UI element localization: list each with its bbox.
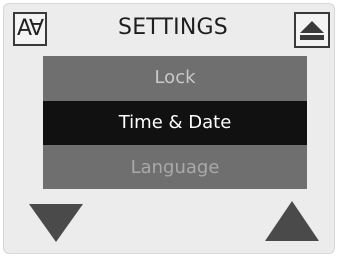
page-title: SETTINGS	[118, 15, 228, 40]
settings-screen: A∀ SETTINGS Lock Time & Date Language	[3, 3, 335, 254]
menu-item-lock[interactable]: Lock	[43, 56, 307, 100]
eject-button[interactable]	[294, 12, 330, 48]
scroll-up-button[interactable]	[265, 201, 319, 245]
scroll-down-button[interactable]	[29, 204, 83, 246]
font-size-icon: A∀	[16, 16, 44, 41]
settings-menu: Lock Time & Date Language	[43, 56, 307, 189]
triangle-up-icon	[265, 201, 319, 241]
triangle-down-icon	[29, 204, 83, 242]
menu-item-language[interactable]: Language	[43, 146, 307, 189]
eject-icon	[300, 21, 324, 40]
font-size-button[interactable]: A∀	[13, 12, 47, 46]
menu-item-time-date[interactable]: Time & Date	[43, 101, 307, 145]
